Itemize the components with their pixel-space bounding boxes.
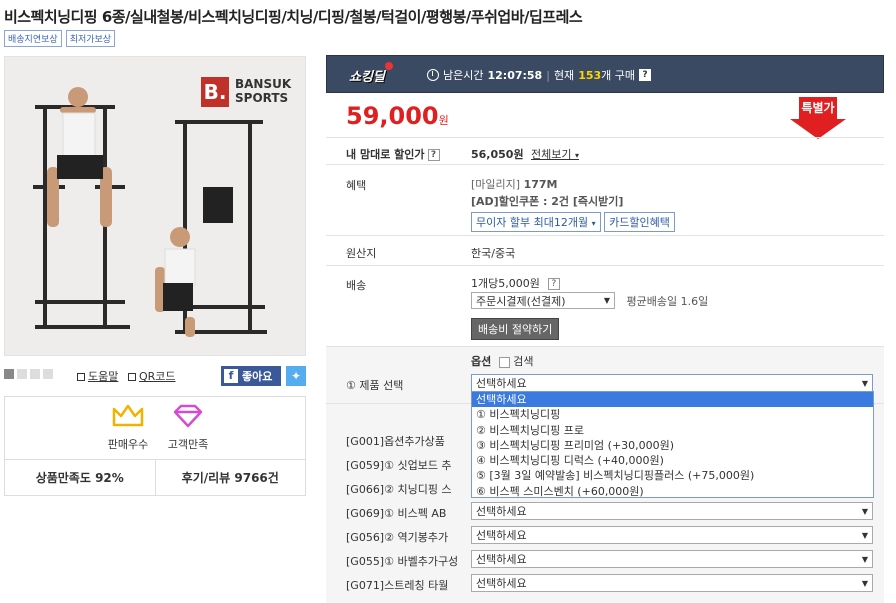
extra-option-select[interactable]: 선택하세요 ▼ — [471, 502, 873, 520]
coupon-link[interactable]: [AD]할인쿠폰 : 2건 [즉시받기] — [471, 193, 623, 209]
search-checkbox[interactable] — [498, 356, 510, 368]
image-pager-dot[interactable] — [30, 369, 40, 379]
product-select-label: ① 제품 선택 — [346, 379, 404, 392]
product-select[interactable]: 선택하세요 ▼ — [471, 374, 873, 392]
chevron-down-icon: ▼ — [861, 378, 868, 388]
extra-option-label: [G066]② 치닝디핑 스 — [346, 483, 452, 496]
image-pager — [4, 369, 53, 379]
qr-icon — [128, 373, 136, 381]
dropdown-option[interactable]: ⑤ [3월 3일 예약발송] 비스펙치닝디핑플러스 (+75,000원) — [472, 468, 873, 483]
discount-help-icon[interactable]: ? — [427, 149, 440, 161]
dropdown-option[interactable]: 선택하세요 — [472, 392, 873, 408]
shocking-deal-logo: 쇼킹딜 — [349, 62, 393, 85]
shipping-fee: 1개당5,000원? — [471, 275, 560, 291]
tag-lowest-price[interactable]: 최저가보상 — [65, 30, 116, 47]
dropdown-option[interactable]: ⑥ 비스펙 스미스벤치 (+60,000원) — [472, 484, 873, 499]
sale-price: 59,000원 — [346, 102, 449, 130]
diamond-icon — [173, 404, 203, 428]
discount-value: 56,050원 — [471, 148, 524, 161]
mileage: [마일리지] 177M — [471, 178, 558, 191]
seller-stats: 상품만족도 92% 후기/리뷰 9766건 — [5, 459, 305, 495]
deal-help-icon[interactable]: ? — [639, 69, 652, 81]
badge-satisfaction: 고객만족 — [153, 403, 223, 452]
origin-value: 한국/중국 — [471, 247, 516, 260]
view-all-link[interactable]: 전체보기 ▾ — [531, 146, 579, 162]
benefit-row: 혜택 [마일리지] 177M [AD]할인쿠폰 : 2건 [즉시받기] 무이자 … — [326, 164, 884, 235]
seller-badges: 판매우수 고객만족 상품만족도 92% 후기/리뷰 9766건 — [4, 396, 306, 496]
product-select-dropdown: 선택하세요 ① 비스펙치닝디핑 ② 비스펙치닝디핑 프로 ③ 비스펙치닝디핑 프… — [471, 391, 874, 498]
brand-logo-mark: B. — [201, 77, 229, 107]
down-arrow-icon — [790, 119, 846, 139]
shipping-save: 배송비 절약하기 — [471, 318, 560, 340]
benefit-buttons: 무이자 할부 최대12개월 ▾ 카드할인혜택 — [471, 212, 675, 232]
dropdown-option[interactable]: ④ 비스펙치닝디핑 디럭스 (+40,000원) — [472, 453, 873, 468]
origin-row: 원산지 한국/중국 — [326, 235, 884, 265]
review-stat[interactable]: 후기/리뷰 9766건 — [154, 460, 306, 495]
clock-icon — [427, 69, 439, 81]
chevron-down-icon: ▼ — [603, 296, 610, 305]
help-link[interactable]: 도움말 — [77, 368, 118, 384]
shipping-method-select[interactable]: 주문시결제(선결제) ▼ — [471, 292, 615, 309]
twitter-share-button[interactable]: ✦ — [286, 366, 306, 386]
tag-delay-comp[interactable]: 배송지연보상 — [4, 30, 62, 47]
deal-info: 남은시간 12:07:58 | 현재 153개 구매 ? — [427, 67, 652, 83]
extra-option-label: [G056]② 역기봉추가 — [346, 531, 449, 544]
extra-option-label: [G001]옵션추가상품 — [346, 435, 445, 448]
satisfaction-stat: 상품만족도 92% — [35, 471, 124, 485]
extra-option-select[interactable]: 선택하세요 ▼ — [471, 574, 873, 592]
extra-option-label: [G055]① 바벨추가구성 — [346, 555, 459, 568]
shipping-method: 주문시결제(선결제) ▼ 평균배송일 1.6일 — [471, 292, 708, 309]
chevron-down-icon: ▼ — [861, 578, 868, 588]
qr-code-link[interactable]: QR코드 — [128, 368, 176, 384]
product-image[interactable]: B. BANSUK SPORTS — [4, 56, 306, 356]
product-title: 비스펙치닝디핑 6종/실내철봉/비스펙치닝디핑/치닝/디핑/철봉/턱걸이/평행봉… — [4, 8, 583, 26]
dropdown-option[interactable]: ③ 비스펙치닝디핑 프리미엄 (+30,000원) — [472, 438, 873, 453]
extra-option-label: [G071]스트레칭 타월 — [346, 579, 449, 592]
help-icon — [77, 373, 85, 381]
shipping-row: 배송 1개당5,000원? 주문시결제(선결제) ▼ 평균배송일 1.6일 배송비… — [326, 265, 884, 346]
chevron-down-icon: ▼ — [861, 554, 868, 564]
facebook-icon: f — [224, 369, 238, 383]
image-pager-dot[interactable] — [17, 369, 27, 379]
options-header: 옵션 검색 — [471, 355, 534, 368]
extra-option-select[interactable]: 선택하세요 ▼ — [471, 526, 873, 544]
special-price-badge: 특별가 — [790, 97, 846, 139]
card-discount-button[interactable]: 카드할인혜택 — [604, 212, 675, 232]
image-pager-dot[interactable] — [43, 369, 53, 379]
brand-logo-text: BANSUK SPORTS — [235, 77, 292, 105]
shocking-deal-bar: 쇼킹딜 남은시간 12:07:58 | 현재 153개 구매 ? — [326, 55, 884, 93]
extra-option-label: [G059]① 싯업보드 추 — [346, 459, 452, 472]
product-tags: 배송지연보상 최저가보상 — [4, 30, 116, 47]
caret-down-icon: ▾ — [591, 219, 596, 228]
installment-button[interactable]: 무이자 할부 최대12개월 ▾ — [471, 212, 601, 232]
twitter-icon: ✦ — [290, 369, 302, 383]
caret-down-icon: ▾ — [574, 151, 579, 160]
shipping-save-button[interactable]: 배송비 절약하기 — [471, 318, 560, 340]
facebook-like-button[interactable]: f 좋아요 — [221, 366, 281, 386]
dropdown-option[interactable]: ① 비스펙치닝디핑 — [472, 407, 873, 422]
discount-row: 내 맘대로 할인가? 56,050원 전체보기 ▾ — [326, 137, 884, 164]
discount-label: 내 맘대로 할인가? — [346, 146, 440, 162]
shipping-help-icon[interactable]: ? — [547, 278, 560, 290]
dropdown-option[interactable]: ② 비스펙치닝디핑 프로 — [472, 423, 873, 438]
extra-option-label: [G069]① 비스펙 AB — [346, 507, 447, 520]
crown-icon — [112, 404, 144, 427]
chevron-down-icon: ▼ — [861, 530, 868, 540]
chevron-down-icon: ▼ — [861, 506, 868, 516]
image-pager-dot[interactable] — [4, 369, 14, 379]
extra-option-select[interactable]: 선택하세요 ▼ — [471, 550, 873, 568]
